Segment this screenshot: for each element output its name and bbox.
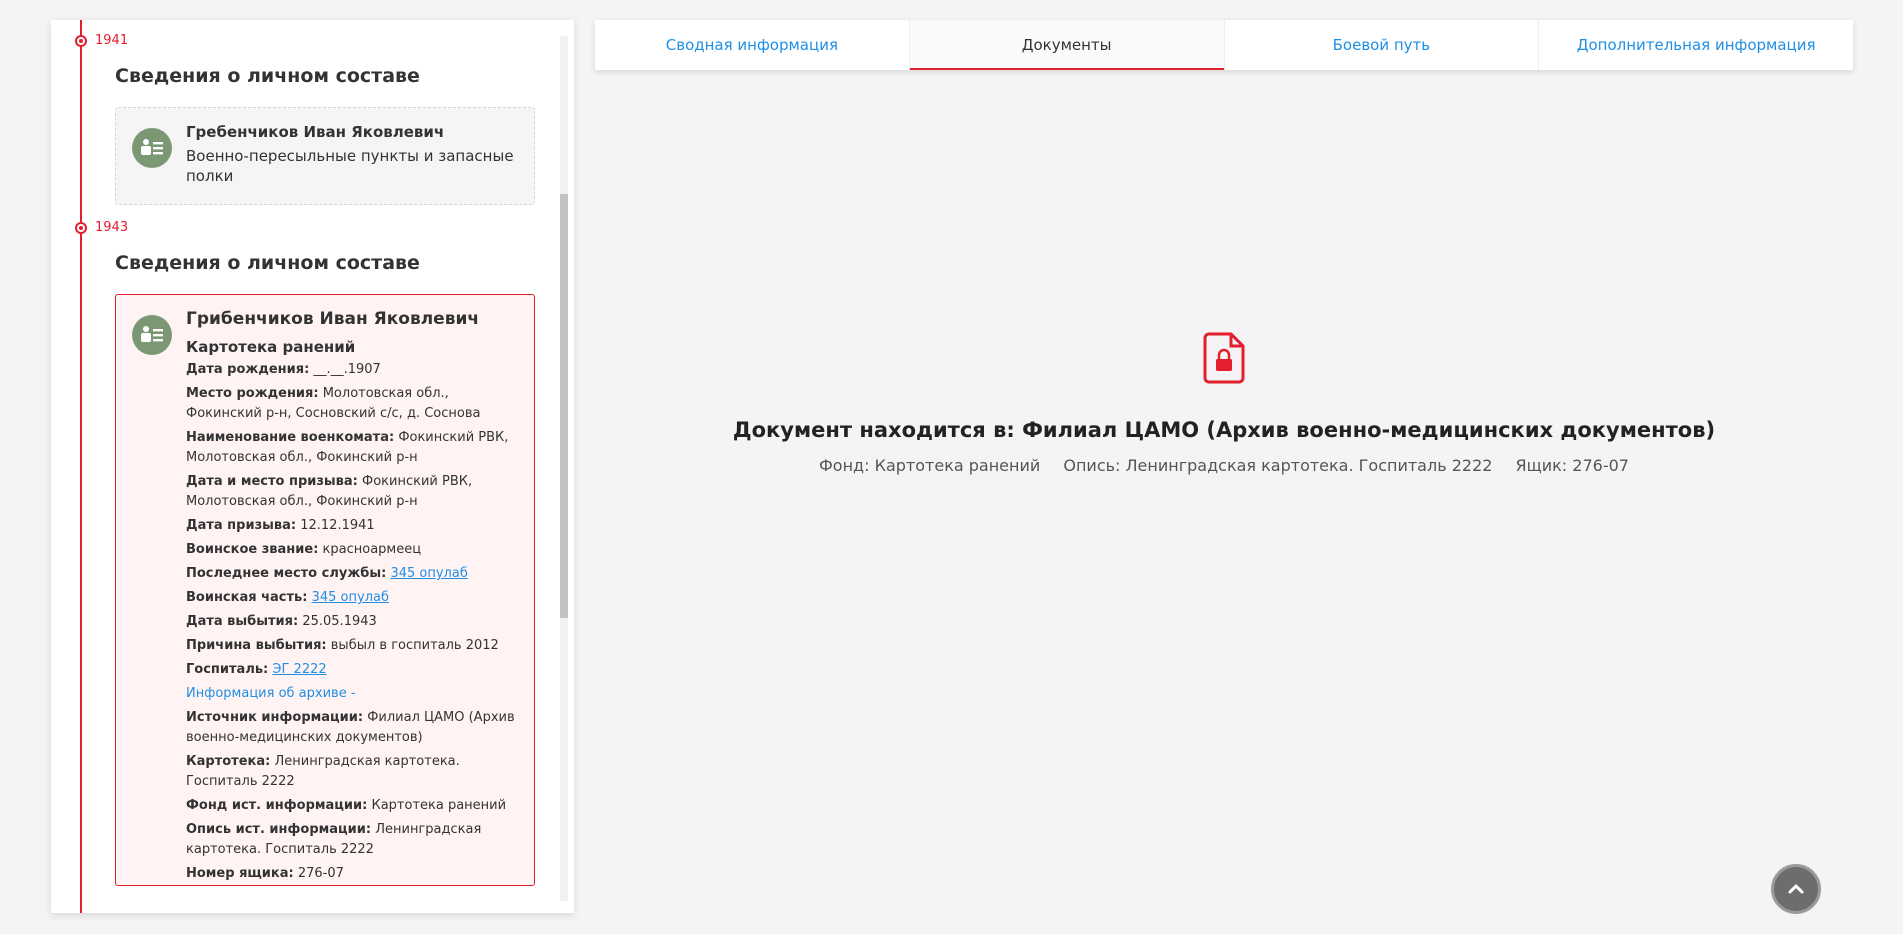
field-label: Опись ист. информации: [186,822,372,837]
chevron-up-icon [1788,884,1804,894]
document-fund: Фонд: Картотека ранений [819,456,1041,475]
tab-combat-path[interactable]: Боевой путь [1225,20,1540,70]
tab-additional-info[interactable]: Дополнительная информация [1539,20,1853,70]
field-inventory: Опись ист. информации: Ленинградская кар… [186,820,520,860]
timeline-dot [75,35,87,47]
document-box: Ящик: 276-07 [1515,456,1629,475]
field-label: Место рождения: [186,386,319,401]
field-value: 25.05.1943 [302,614,377,629]
record-type: Картотека ранений [186,338,356,356]
field-value: 12.12.1941 [300,518,375,533]
record-category: Военно-пересыльные пункты и запасные пол… [186,147,514,185]
tab-summary[interactable]: Сводная информация [595,20,910,70]
avatar [132,128,172,168]
field-birth-date: Дата рождения: __.__.1907 [186,360,520,380]
field-label: Номер ящика: [186,866,294,881]
section-title: Сведения о личном составе [115,252,420,274]
field-label: Наименование военкомата: [186,430,395,445]
field-draft-date-place: Дата и место призыва: Фокинский РВК, Мол… [186,472,520,512]
hospital-link[interactable]: ЭГ 2222 [272,662,326,677]
panel-scrollbar[interactable] [560,36,568,901]
field-leave-date: Дата выбытия: 25.05.1943 [186,612,520,632]
scrollbar-thumb[interactable] [560,194,568,618]
timeline-year: 1943 [95,220,129,235]
timeline-panel: 1941 Сведения о личном составе Гребенчик… [51,20,574,913]
field-label: Воинское звание: [186,542,319,557]
personnel-icon [141,139,163,155]
timeline-year: 1941 [95,33,129,48]
field-label: Источник информации: [186,710,364,725]
field-value: 276-07 [297,866,344,881]
field-value: красноармеец [322,542,422,557]
field-value: Картотека ранений [371,798,507,813]
field-box: Номер ящика: 276-07 [186,864,520,884]
locked-document-icon [1203,332,1245,388]
field-label: Дата выбытия: [186,614,299,629]
field-value: выбыл в госпиталь 2012 [330,638,499,653]
field-card-index: Картотека: Ленинградская картотека. Госп… [186,752,520,792]
field-birth-place: Место рождения: Молотовская обл., Фокинс… [186,384,520,424]
document-inventory: Опись: Ленинградская картотека. Госпитал… [1063,456,1493,475]
unit-link[interactable]: 345 опулаб [312,590,389,605]
last-service-link[interactable]: 345 опулаб [390,566,467,581]
avatar [132,315,172,355]
field-label: Госпиталь: [186,662,269,677]
field-source: Источник информации: Филиал ЦАМО (Архив … [186,708,520,748]
tab-bar: Сводная информация Документы Боевой путь… [595,20,1853,70]
section-title: Сведения о личном составе [115,65,420,87]
field-label: Дата призыва: [186,518,297,533]
record-card[interactable]: Гребенчиков Иван Яковлевич Военно-пересы… [115,107,535,205]
scroll-to-top-button[interactable] [1771,864,1821,914]
field-label: Воинская часть: [186,590,308,605]
document-location-title: Документ находится в: Филиал ЦАМО (Архив… [732,418,1716,442]
field-hospital: Госпиталь: ЭГ 2222 [186,660,520,680]
field-label: Дата и место призыва: [186,474,358,489]
archive-info-toggle[interactable]: Информация об архиве - [186,684,520,704]
field-label: Картотека: [186,754,271,769]
person-name: Гребенчиков Иван Яковлевич [186,123,445,141]
person-name: Грибенчиков Иван Яковлевич [186,309,480,329]
field-label: Дата рождения: [186,362,310,377]
tab-documents[interactable]: Документы [909,20,1225,70]
field-commissariat: Наименование военкомата: Фокинский РВК, … [186,428,520,468]
field-label: Фонд ист. информации: [186,798,368,813]
field-rank: Воинское звание: красноармеец [186,540,520,560]
field-draft-date: Дата призыва: 12.12.1941 [186,516,520,536]
field-last-service: Последнее место службы: 345 опулаб [186,564,520,584]
record-card-selected[interactable]: Грибенчиков Иван Яковлевич Картотека ран… [115,294,535,886]
document-meta: Фонд: Картотека ранений Опись: Ленинград… [595,456,1853,475]
timeline-line [80,20,82,913]
personnel-icon [141,326,163,342]
field-leave-reason: Причина выбытия: выбыл в госпиталь 2012 [186,636,520,656]
field-label: Последнее место службы: [186,566,387,581]
field-label: Причина выбытия: [186,638,327,653]
field-unit: Воинская часть: 345 опулаб [186,588,520,608]
timeline-dot [75,222,87,234]
field-fund: Фонд ист. информации: Картотека ранений [186,796,520,816]
field-value: __.__.1907 [313,362,381,377]
